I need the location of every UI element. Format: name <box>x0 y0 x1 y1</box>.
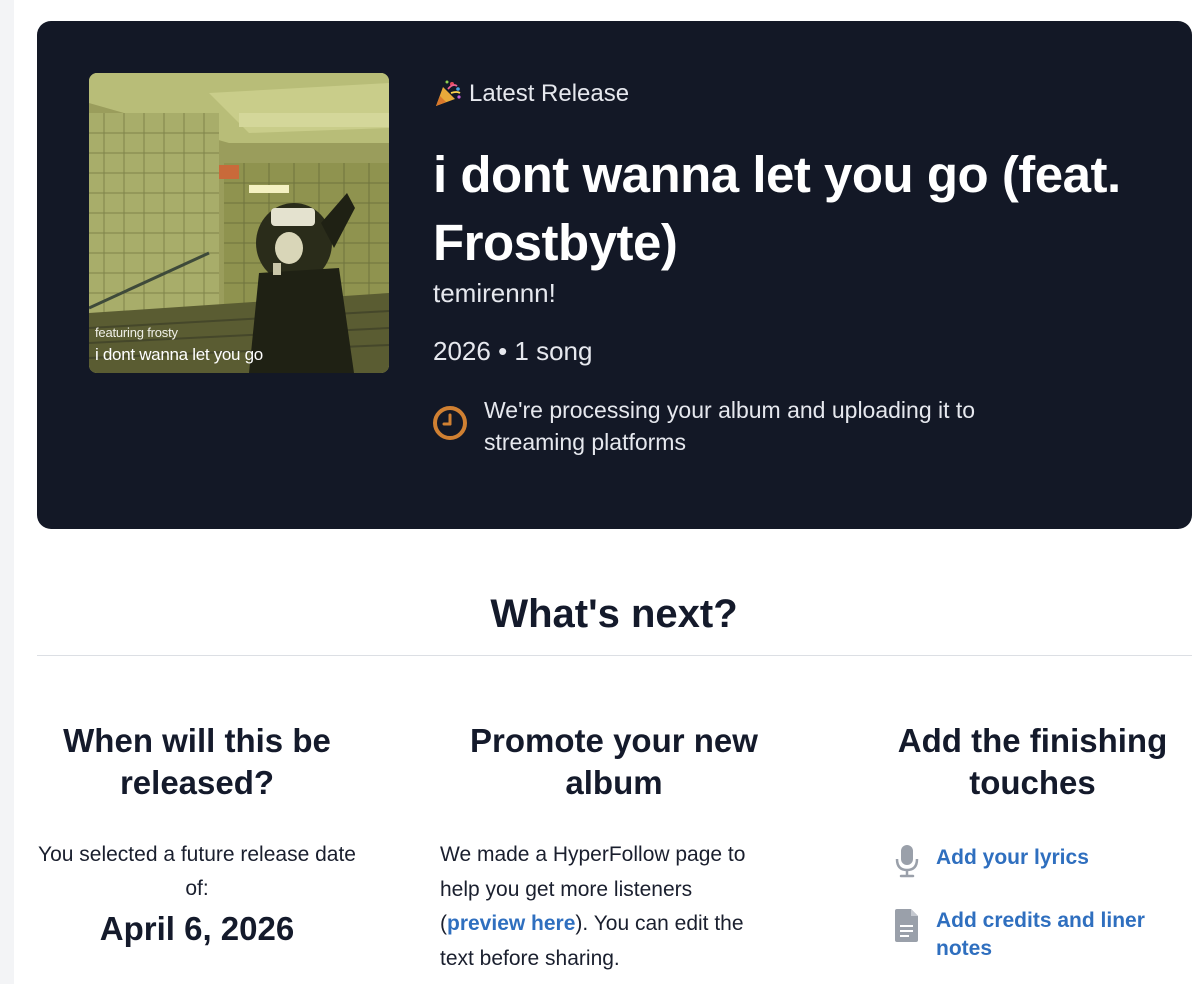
latest-release-label: Latest Release <box>469 80 630 107</box>
processing-status-text: We're processing your album and uploadin… <box>484 397 976 455</box>
release-meta: 2026 • 1 song <box>433 336 593 366</box>
cover-featuring-text: featuring frosty <box>95 325 178 340</box>
finishing-touches-column: Add the finishing touches Add your lyric… <box>880 720 1190 963</box>
add-credits-link[interactable]: Add credits and liner notes <box>936 907 1190 963</box>
clock-icon <box>432 405 468 441</box>
promote-column: Promote your new album We made a HyperFo… <box>440 720 790 976</box>
add-lyrics-action[interactable]: Add your lyrics <box>892 844 1190 883</box>
whats-next-heading: What's next? <box>490 592 738 636</box>
add-lyrics-link[interactable]: Add your lyrics <box>936 844 1089 872</box>
promote-description: We made a HyperFollow page to help you g… <box>440 838 770 976</box>
latest-release-tag: Latest Release <box>433 79 629 109</box>
release-date-description: You selected a future release date of: <box>38 843 356 900</box>
finishing-touches-heading: Add the finishing touches <box>897 722 1168 801</box>
add-credits-action[interactable]: Add credits and liner notes <box>892 907 1190 963</box>
preview-here-link[interactable]: preview here <box>447 912 575 935</box>
album-title: i dont wanna let you go (feat. Frostbyte… <box>433 146 1121 271</box>
artist-name: temirennn! <box>433 278 556 308</box>
release-date-value: April 6, 2026 <box>99 910 295 947</box>
processing-status: We're processing your album and uploadin… <box>432 394 1052 458</box>
release-date-heading: When will this be released? <box>63 722 331 801</box>
album-cover-image[interactable]: featuring frosty i dont wanna let you go <box>89 73 389 373</box>
microphone-icon <box>892 844 922 883</box>
left-gutter <box>0 0 14 984</box>
release-date-column: When will this be released? You selected… <box>37 720 357 948</box>
section-divider <box>37 655 1192 656</box>
document-icon <box>892 907 922 948</box>
promote-heading: Promote your new album <box>470 722 758 801</box>
cover-title-text: i dont wanna let you go <box>95 345 263 364</box>
party-popper-icon <box>433 79 463 109</box>
latest-release-card: featuring frosty i dont wanna let you go… <box>37 21 1192 529</box>
